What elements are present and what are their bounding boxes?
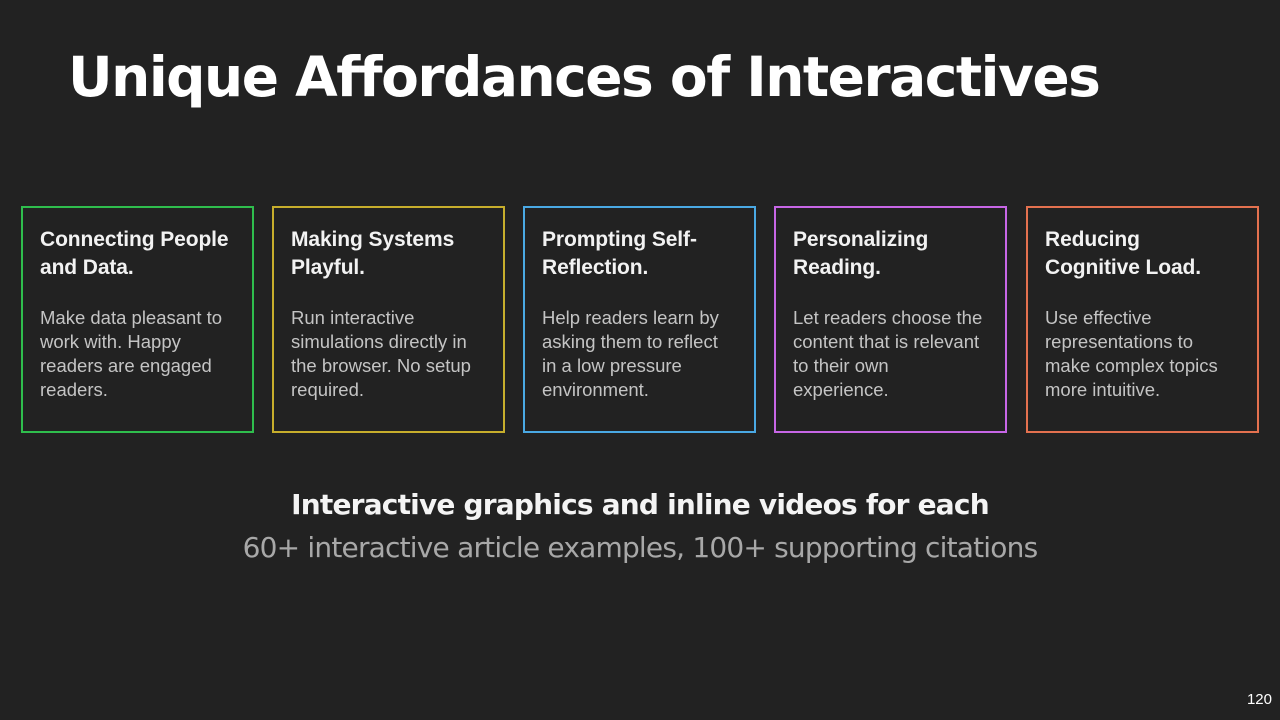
affordance-cards: Connecting People and Data. Make data pl… (21, 206, 1259, 433)
card-title: Connecting People and Data. (40, 228, 229, 279)
card-body: Help readers learn by asking them to ref… (542, 307, 719, 400)
card-body: Run interactive simulations directly in … (291, 307, 471, 400)
card-title: Reducing Cognitive Load. (1045, 228, 1202, 279)
card-personalizing-reading: Personalizing Reading. Let readers choos… (774, 206, 1007, 433)
card-title: Making Systems Playful. (291, 228, 455, 279)
card-reducing-cognitive-load: Reducing Cognitive Load. Use effective r… (1026, 206, 1259, 433)
card-title: Prompting Self-Reflection. (542, 228, 697, 279)
card-body: Let readers choose the content that is r… (793, 307, 983, 400)
card-body: Make data pleasant to work with. Happy r… (40, 307, 223, 400)
slide-title: Unique Affordances of Interactives (68, 45, 1101, 109)
page-number: 120 (1246, 691, 1272, 708)
slide-subtitle: Interactive graphics and inline videos f… (291, 488, 989, 521)
slide-stats: 60+ interactive article examples, 100+ s… (242, 531, 1039, 564)
card-prompting-self-reflection: Prompting Self-Reflection. Help readers … (523, 206, 756, 433)
card-body: Use effective representations to make co… (1045, 307, 1218, 400)
card-connecting-people-and-data: Connecting People and Data. Make data pl… (21, 206, 254, 433)
card-making-systems-playful: Making Systems Playful. Run interactive … (272, 206, 505, 433)
card-title: Personalizing Reading. (793, 228, 929, 279)
